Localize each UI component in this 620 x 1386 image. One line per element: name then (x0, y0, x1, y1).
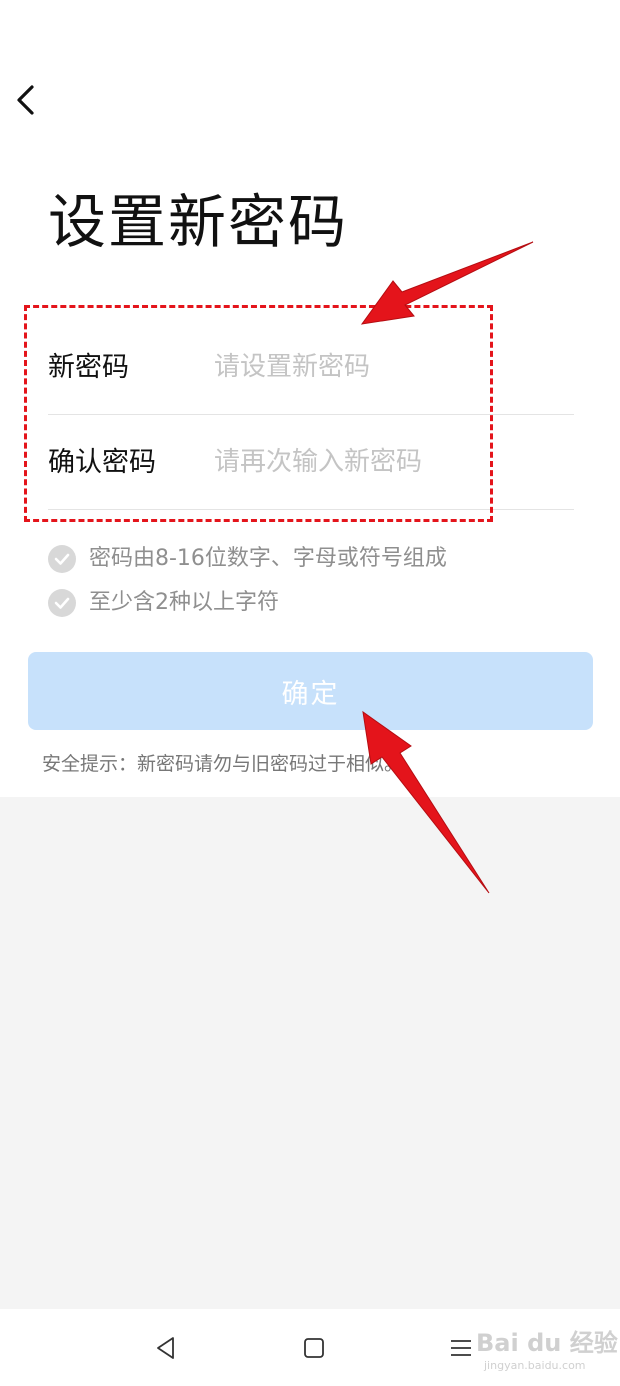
chevron-left-icon (17, 85, 34, 115)
page-title: 设置新密码 (48, 188, 349, 256)
confirm-password-row: 确认密码 (48, 417, 574, 510)
empty-area (0, 797, 620, 1309)
new-password-row: 新密码 (48, 322, 574, 415)
confirm-button[interactable]: 确定 (28, 652, 593, 730)
nav-back-button[interactable] (146, 1328, 186, 1368)
check-circle-icon (48, 545, 76, 573)
security-tip: 安全提示：新密码请勿与旧密码过于相似。 (42, 753, 404, 775)
watermark-logo: Bai du 经验 (476, 1329, 618, 1357)
password-form: 新密码 确认密码 (48, 322, 574, 510)
confirm-password-label: 确认密码 (48, 447, 156, 478)
rule-text: 至少含2种以上字符 (89, 590, 279, 615)
nav-home-button[interactable] (294, 1328, 334, 1368)
confirm-password-input[interactable] (212, 441, 566, 483)
new-password-input[interactable] (212, 346, 566, 388)
watermark-url: jingyan.baidu.com (484, 1359, 586, 1372)
nav-menu-button[interactable] (441, 1328, 481, 1368)
password-rule-charset: 至少含2种以上字符 (48, 588, 279, 618)
check-circle-icon (48, 589, 76, 617)
password-rule-length: 密码由8-16位数字、字母或符号组成 (48, 544, 447, 574)
square-home-icon (304, 1338, 324, 1358)
menu-lines-icon (451, 1340, 471, 1356)
back-button[interactable] (8, 78, 48, 122)
confirm-button-label: 确定 (281, 678, 340, 710)
rule-text: 密码由8-16位数字、字母或符号组成 (89, 546, 447, 571)
new-password-label: 新密码 (48, 352, 129, 383)
triangle-back-icon (157, 1337, 174, 1359)
